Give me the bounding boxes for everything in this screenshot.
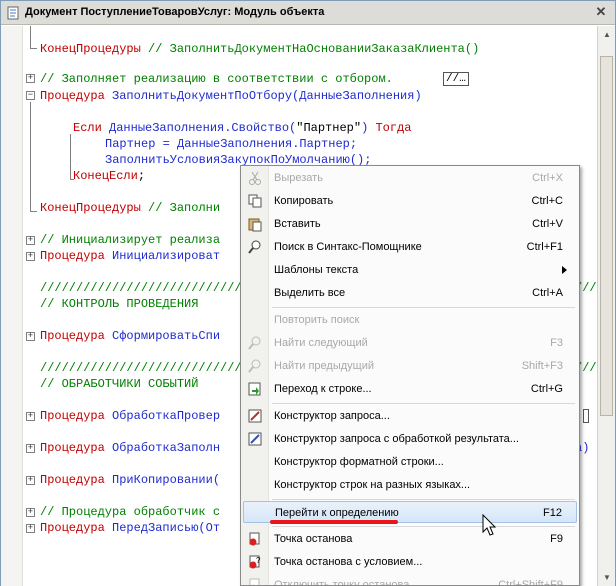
close-icon[interactable]: ✕ [593,4,609,20]
mouse-cursor-icon [482,514,497,536]
menu-item-copy[interactable]: Копировать Ctrl+C [243,190,577,212]
fold-expand-icon[interactable]: + [26,476,35,485]
fold-line [30,102,31,212]
menu-item-query-builder[interactable]: Конструктор запроса... [243,405,577,427]
code-line: Если ДанныеЗаполнения.Свойство("Партнер"… [73,121,412,135]
submenu-arrow-icon [562,266,567,274]
code-line: Партнер = ДанныеЗаполнения.Партнер; [105,137,358,151]
code-line: //////////////////////////// [40,361,242,375]
menu-item-query-builder-result[interactable]: Конструктор запроса с обработкой результ… [243,428,577,450]
code-line: Процедура ПриКопировании( [40,473,221,487]
fold-line [70,134,71,179]
scroll-up-icon[interactable]: ▲ [599,27,615,43]
code-line: КонецЕсли; [73,169,146,183]
menu-item-text-templates[interactable]: Шаблоны текста [243,259,577,281]
fold-expand-icon[interactable]: + [26,332,35,341]
menu-separator [272,499,575,500]
code-line: // ОБРАБОТЧИКИ СОБЫТИЙ [40,377,199,391]
vertical-scrollbar[interactable]: ▲ ▼ [597,26,615,586]
menu-item-goto-line[interactable]: Переход к строке... Ctrl+G [243,378,577,400]
breakpoint-icon [249,532,260,546]
fold-expand-icon[interactable]: + [26,508,35,517]
find-next-icon [248,336,261,350]
query-builder-result-icon [248,432,262,446]
scissors-icon [249,171,261,185]
menu-item-multilang-string-builder[interactable]: Конструктор строк на разных языках... [243,474,577,496]
code-line: // КОНТРОЛЬ ПРОВЕДЕНИЯ [40,297,199,311]
collapsed-region-box[interactable]: //… [443,72,469,86]
module-icon [7,6,19,20]
scroll-down-icon[interactable]: ▼ [599,570,615,586]
conditional-breakpoint-icon: ? [249,555,261,569]
window-title: Документ ПоступлениеТоваровУслуг: Модуль… [25,6,325,18]
collapsed-region-box[interactable] [583,409,589,423]
menu-item-cut[interactable]: Вырезать Ctrl+X [243,167,577,189]
fold-expand-icon[interactable]: + [26,236,35,245]
code-line: Процедура ЗаполнитьДокументПоОтбору(Данн… [40,89,422,103]
code-line: // Заполняет реализацию в соответствии с… [40,72,393,86]
menu-item-disable-breakpoint[interactable]: Отключить точку останова Ctrl+Shift+F9 [243,574,577,585]
code-line: КонецПроцедуры // Заполни [40,201,221,215]
code-line: Процедура ПередЗаписью(От [40,521,221,535]
search-help-icon [248,240,261,254]
svg-text:?: ? [256,556,261,565]
copy-icon [248,194,262,208]
menu-item-repeat-search[interactable]: Повторить поиск [243,309,577,331]
fold-expand-icon[interactable]: + [26,524,35,533]
menu-item-find-next[interactable]: Найти следующий F3 [243,332,577,354]
menu-item-syntax-help[interactable]: Поиск в Синтакс-Помощнике Ctrl+F1 [243,236,577,258]
code-line: Процедура ОбработкаПровер [40,409,221,423]
code-line: Процедура Инициализироват [40,249,221,263]
disable-breakpoint-icon [249,578,260,585]
code-line: Процедура СформироватьСпи [40,329,221,343]
scroll-thumb[interactable] [600,56,613,416]
title-bar: Документ ПоступлениеТоваровУслуг: Модуль… [1,1,615,25]
code-line: КонецПроцедуры // ЗаполнитьДокументНаОсн… [40,42,480,56]
menu-item-conditional-breakpoint[interactable]: ? Точка останова с условием... [243,551,577,573]
find-prev-icon [248,359,261,373]
fold-expand-icon[interactable]: + [26,444,35,453]
menu-separator [272,307,575,308]
fold-expand-icon[interactable]: + [26,74,35,83]
query-builder-icon [248,409,262,423]
editor-gutter [1,26,23,586]
menu-item-select-all[interactable]: Выделить все Ctrl+A [243,282,577,304]
menu-item-paste[interactable]: Вставить Ctrl+V [243,213,577,235]
code-line: // Процедура обработчик с [40,505,221,519]
fold-collapse-icon[interactable]: − [26,91,35,100]
code-line: // Инициализирует реализа [40,233,221,247]
annotation-underline [270,520,398,524]
code-line: Процедура ОбработкаЗаполн [40,441,221,455]
goto-line-icon [248,382,261,396]
menu-item-format-string-builder[interactable]: Конструктор форматной строки... [243,451,577,473]
fold-end [30,48,37,49]
fold-expand-icon[interactable]: + [26,412,35,421]
menu-separator [272,403,575,404]
paste-icon [248,218,262,232]
menu-item-breakpoint[interactable]: Точка останова F9 [243,528,577,550]
fold-end [30,211,37,212]
fold-expand-icon[interactable]: + [26,252,35,261]
menu-item-find-prev[interactable]: Найти предыдущий Shift+F3 [243,355,577,377]
code-line: //////////////////////////// [40,281,242,295]
fold-line [30,26,31,48]
menu-separator [272,526,575,527]
